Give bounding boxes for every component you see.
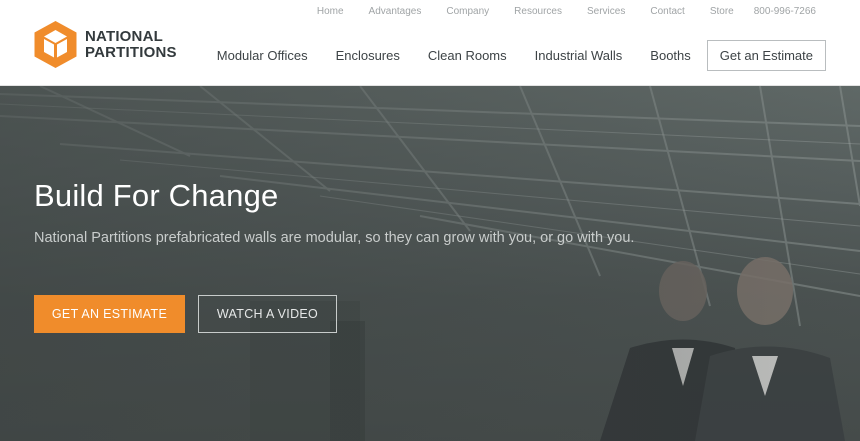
logo-line-2: PARTITIONS <box>85 43 177 61</box>
nav-industrial-walls[interactable]: Industrial Walls <box>535 48 623 63</box>
hero-title: Build For Change <box>34 178 279 213</box>
phone-link[interactable]: 800-996-7266 <box>754 6 816 17</box>
nav-modular-offices[interactable]: Modular Offices <box>217 48 308 63</box>
util-link-advantages[interactable]: Advantages <box>369 6 422 17</box>
util-link-contact[interactable]: Contact <box>650 6 684 17</box>
nav-clean-rooms[interactable]: Clean Rooms <box>428 48 507 63</box>
hero-overlay <box>0 86 860 441</box>
logo-line-1: NATIONAL <box>85 27 163 45</box>
hero-subtitle: National Partitions prefabricated walls … <box>34 230 635 246</box>
logo-wordmark: NATIONAL PARTITIONS <box>85 27 177 61</box>
site-header: NATIONAL PARTITIONS Home Advantages Comp… <box>0 0 860 86</box>
hexagon-cube-logo-icon <box>34 21 77 68</box>
main-nav: Modular Offices Enclosures Clean Rooms I… <box>217 40 826 71</box>
logo[interactable]: NATIONAL PARTITIONS <box>33 20 177 69</box>
get-estimate-header-button[interactable]: Get an Estimate <box>706 40 826 71</box>
hero-section: Build For Change National Partitions pre… <box>0 86 860 441</box>
nav-enclosures[interactable]: Enclosures <box>336 48 400 63</box>
nav-booths[interactable]: Booths <box>650 48 690 63</box>
utility-nav: Home Advantages Company Resources Servic… <box>292 6 816 17</box>
util-link-company[interactable]: Company <box>446 6 489 17</box>
watch-video-button[interactable]: WATCH A VIDEO <box>198 295 337 333</box>
util-link-store[interactable]: Store <box>710 6 734 17</box>
get-estimate-button[interactable]: GET AN ESTIMATE <box>34 295 185 333</box>
util-link-services[interactable]: Services <box>587 6 625 17</box>
util-link-home[interactable]: Home <box>317 6 344 17</box>
util-link-resources[interactable]: Resources <box>514 6 562 17</box>
